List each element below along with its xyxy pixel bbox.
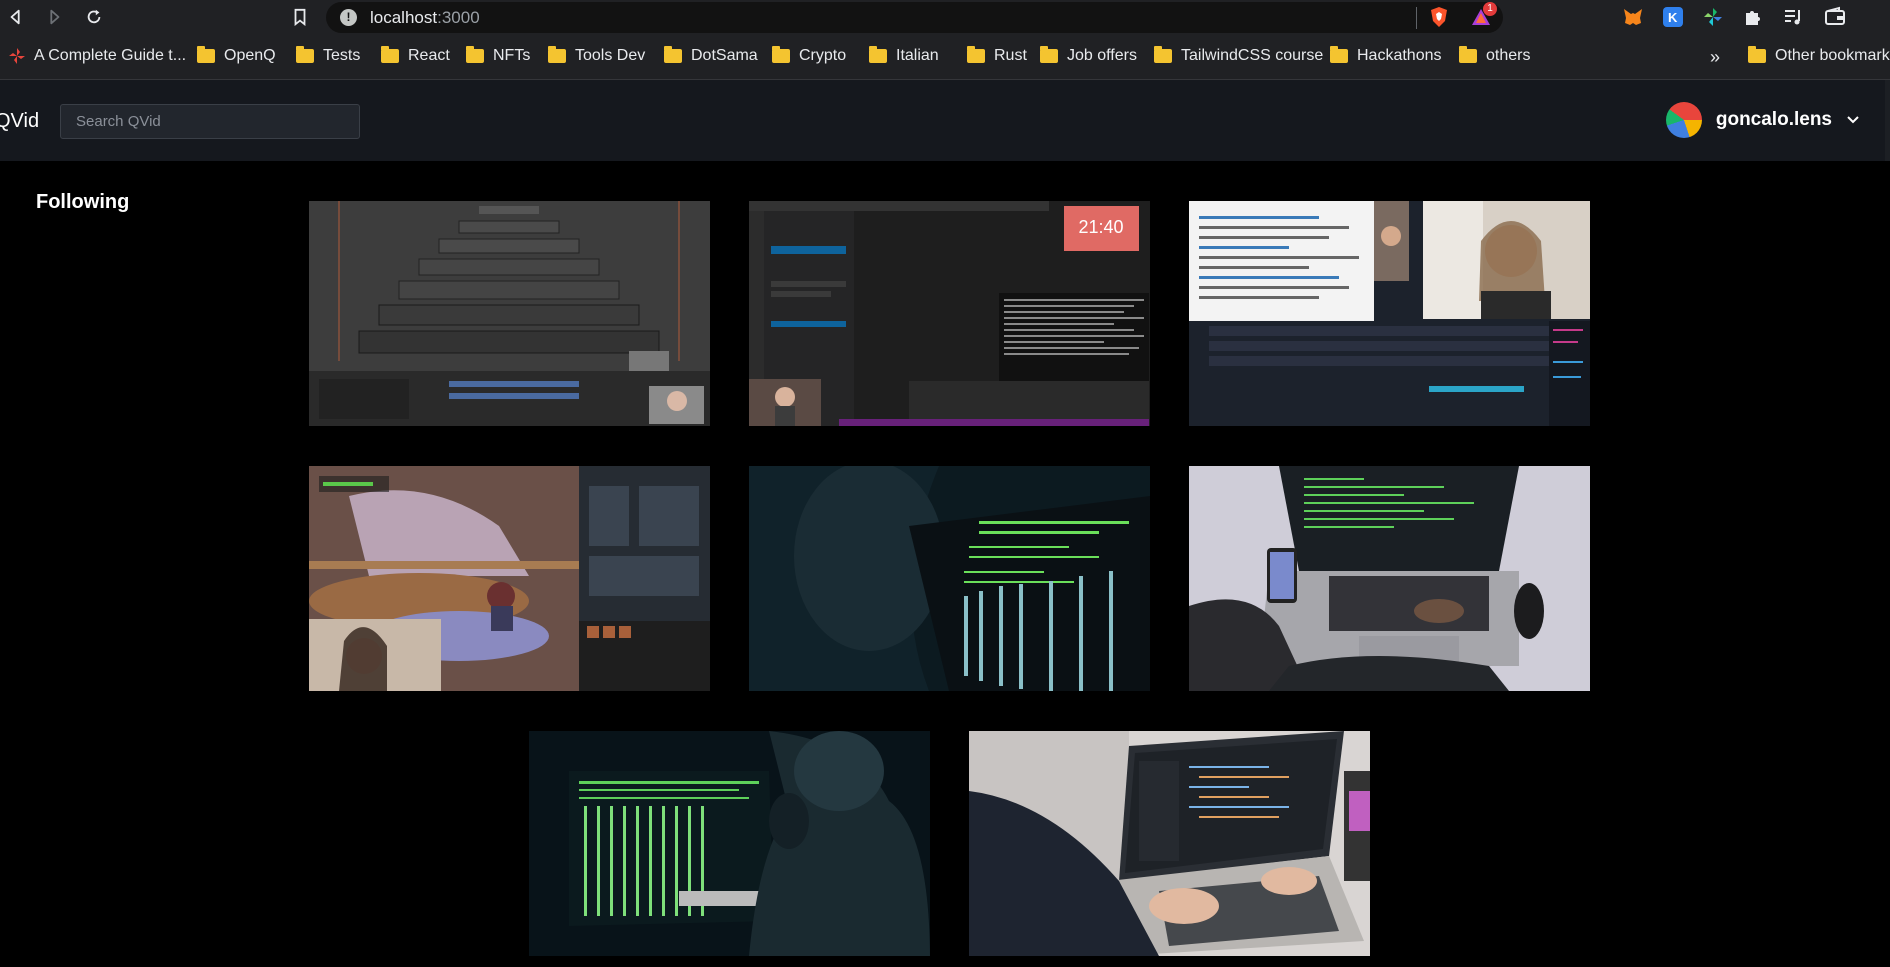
search-input[interactable] — [60, 104, 360, 139]
folder-icon — [967, 46, 985, 63]
more-bookmarks-button[interactable]: » — [1710, 47, 1720, 68]
video-thumbnail[interactable] — [1189, 201, 1590, 426]
video-preview-image — [1189, 201, 1590, 426]
bookmark-folder-nfts[interactable]: NFTs — [466, 46, 530, 65]
pinwheel-icon[interactable] — [1702, 6, 1724, 28]
extensions-puzzle-icon[interactable] — [1742, 6, 1764, 28]
folder-icon — [466, 46, 484, 63]
bookmark-folder-tools-dev[interactable]: Tools Dev — [548, 46, 645, 65]
bookmark-folder-dotsama[interactable]: DotSama — [664, 46, 758, 65]
video-thumbnail[interactable] — [1189, 466, 1590, 691]
folder-icon — [197, 46, 215, 63]
reload-icon[interactable] — [80, 3, 108, 31]
folder-icon — [1154, 46, 1172, 63]
site-info-icon[interactable]: ! — [340, 9, 357, 26]
video-preview-image — [969, 731, 1370, 956]
video-thumbnail[interactable] — [309, 201, 710, 426]
pinwheel-favicon-icon — [9, 48, 25, 64]
metamask-icon[interactable] — [1622, 6, 1644, 28]
svg-text:K: K — [1668, 10, 1678, 25]
url-text[interactable]: localhost:3000 — [370, 8, 480, 28]
bookmark-folder-italian[interactable]: Italian — [869, 46, 939, 65]
bookmark-folder-crypto[interactable]: Crypto — [772, 46, 846, 65]
video-thumbnail[interactable] — [969, 731, 1370, 956]
video-preview-image: 21:40 — [749, 201, 1150, 426]
app-header: QVid goncalo.lens — [0, 80, 1890, 161]
avatar — [1665, 102, 1702, 138]
main-content: Following 21:40 — [0, 161, 1890, 967]
video-preview-image — [309, 466, 710, 691]
divider — [1416, 7, 1417, 29]
bookmark-folder-openq[interactable]: OpenQ — [197, 46, 276, 65]
app-logo[interactable]: QVid — [0, 110, 39, 133]
bookmarks-bar: A Complete Guide t... OpenQ Tests React … — [0, 35, 1890, 80]
timer-text: 21:40 — [1078, 217, 1123, 237]
media-controls-icon[interactable] — [1782, 6, 1804, 28]
folder-icon — [1459, 46, 1477, 63]
bookmark-folder-react[interactable]: React — [381, 46, 450, 65]
brave-shield-icon[interactable] — [1428, 6, 1450, 28]
k-extension-icon[interactable]: K — [1662, 6, 1684, 28]
folder-icon — [869, 46, 887, 63]
folder-icon — [381, 46, 399, 63]
bookmark-folder-others[interactable]: others — [1459, 46, 1530, 65]
folder-icon — [772, 46, 790, 63]
video-preview-image — [309, 201, 710, 426]
video-preview-image — [1189, 466, 1590, 691]
username: goncalo.lens — [1715, 109, 1832, 130]
folder-icon — [1748, 46, 1766, 63]
bookmark-folder-hackathons[interactable]: Hackathons — [1330, 46, 1442, 65]
folder-icon — [296, 46, 314, 63]
browser-toolbar: ! localhost:3000 1 K — [0, 0, 1890, 35]
folder-icon — [548, 46, 566, 63]
bookmark-folder-tailwindcss[interactable]: TailwindCSS course — [1154, 46, 1323, 65]
chevron-down-icon — [1847, 116, 1859, 124]
video-preview-image — [529, 731, 930, 956]
folder-icon — [1330, 46, 1348, 63]
address-bar[interactable]: ! localhost:3000 — [326, 2, 1503, 33]
video-thumbnail[interactable] — [309, 466, 710, 691]
video-preview-image — [749, 466, 1150, 691]
video-thumbnail[interactable] — [749, 466, 1150, 691]
video-thumbnail[interactable] — [529, 731, 930, 956]
section-title: Following — [36, 191, 130, 213]
bookmark-icon[interactable] — [286, 3, 314, 31]
bookmark-folder-tests[interactable]: Tests — [296, 46, 360, 65]
forward-icon[interactable] — [40, 3, 68, 31]
bookmark-folder-job-offers[interactable]: Job offers — [1040, 46, 1137, 65]
folder-icon — [1040, 46, 1058, 63]
brave-rewards-icon[interactable]: 1 — [1470, 2, 1497, 28]
bookmark-guide[interactable]: A Complete Guide t... — [8, 47, 186, 65]
wallet-icon[interactable] — [1824, 6, 1846, 28]
other-bookmarks-folder[interactable]: Other bookmarks — [1748, 46, 1890, 65]
user-menu[interactable]: goncalo.lens — [1665, 102, 1860, 138]
notification-badge: 1 — [1483, 2, 1497, 16]
video-thumbnail[interactable]: 21:40 — [749, 201, 1150, 426]
back-icon[interactable] — [2, 3, 30, 31]
folder-icon — [664, 46, 682, 63]
bookmark-folder-rust[interactable]: Rust — [967, 46, 1027, 65]
